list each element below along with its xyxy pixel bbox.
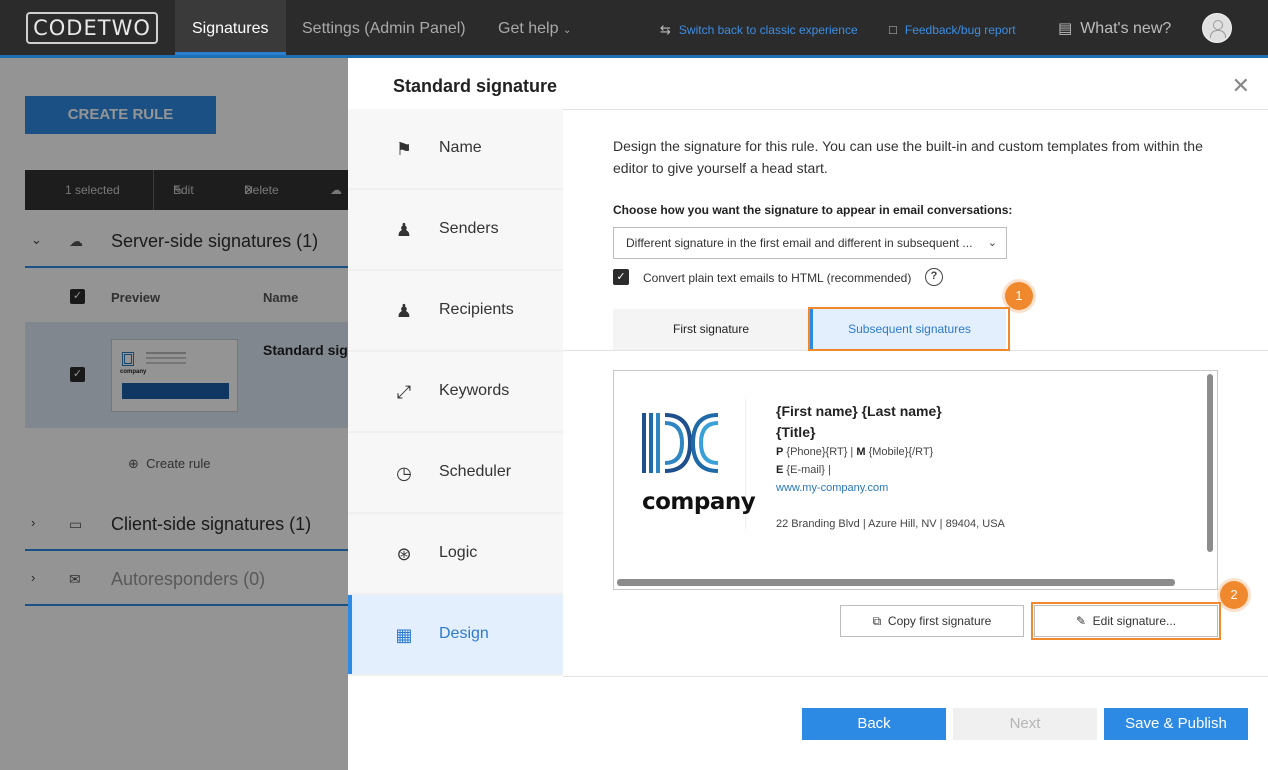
signature-details: {First name} {Last name} {Title} P {Phon… [776,401,1005,533]
highlight-edit-button [1031,602,1221,640]
copy-first-signature-button[interactable]: ⧉ Copy first signature [840,605,1024,637]
modal-title: Standard signature [393,76,558,96]
rule-editor-modal: Standard signature ✕ ⚑ Name ♟ Senders ♟ … [348,58,1268,770]
nav-get-help-label: Get help [498,20,559,37]
step-label: Design [439,625,489,642]
convert-html-label: Convert plain text emails to HTML (recom… [643,271,912,285]
swap-arrows-icon: ⇆ [660,22,671,37]
phone-value: {Phone}{RT} [786,446,848,458]
email-value: {E-mail} [786,464,825,476]
next-button[interactable]: Next [953,708,1097,740]
step-label: Logic [439,544,478,561]
feedback-icon: □ [889,22,897,37]
feedback-label: Feedback/bug report [904,23,1016,37]
nav-settings-admin-panel[interactable]: Settings (Admin Panel) [302,0,466,55]
company-logo: company [628,399,756,529]
signature-website[interactable]: www.my-company.com [776,479,1005,497]
footer-divider [563,676,1268,677]
step-keywords[interactable]: ⤢ Keywords [348,352,563,431]
back-button[interactable]: Back [802,708,946,740]
codetwo-logo[interactable]: CODETWO [26,12,158,44]
company-wordmark: company [642,489,756,515]
whats-new-label: What's new? [1080,20,1172,37]
phone-label: P [776,446,784,458]
step-label: Recipients [439,301,514,318]
signature-phone-line: P {Phone}{RT} | M {Mobile}{/RT} [776,446,934,458]
chevron-down-icon: ⌄ [987,237,997,249]
convert-html-checkbox[interactable]: ✓ [613,269,629,285]
copy-icon: ⧉ [872,614,882,628]
step-name[interactable]: ⚑ Name [348,109,563,188]
nav-get-help[interactable]: Get help ⌄ [498,0,571,55]
company-logo-icon [642,413,719,473]
step-senders[interactable]: ♟ Senders [348,190,563,269]
mobile-value: {Mobile}{/RT} [868,446,934,458]
step-recipients[interactable]: ♟ Recipients [348,271,563,350]
vertical-scrollbar[interactable] [1207,374,1213,552]
help-icon[interactable]: ? [925,268,943,286]
recipients-icon: ♟ [395,301,413,321]
tab-first-signature[interactable]: First signature [613,309,809,350]
email-label: E [776,464,784,476]
top-navigation-bar: CODETWO Signatures Settings (Admin Panel… [0,0,1268,58]
step-label: Name [439,139,482,156]
switch-classic-label: Switch back to classic experience [678,23,858,37]
close-icon[interactable]: ✕ [1232,74,1250,98]
design-step-content: Design the signature for this rule. You … [563,109,1268,676]
modal-backdrop[interactable] [0,58,348,770]
highlight-subsequent-tab [808,307,1010,351]
save-publish-button[interactable]: Save & Publish [1104,708,1248,740]
step-label: Senders [439,220,499,237]
signature-email-line: E {E-mail} | [776,464,831,476]
signature-address: 22 Branding Blvd | Azure Hill, NV | 8940… [776,518,1005,530]
document-icon: ▤ [1058,20,1073,37]
signature-preview: company {First name} {Last name} {Title}… [613,370,1218,590]
feedback-link[interactable]: □ Feedback/bug report [889,0,1016,58]
callout-badge-2: 2 [1220,581,1248,609]
keywords-icon: ⤢ [396,382,412,402]
conversation-mode-select[interactable]: Different signature in the first email a… [613,227,1007,259]
whats-new-link[interactable]: ▤ What's new? [1058,0,1171,58]
copy-first-label: Copy first signature [887,614,992,628]
conversation-mode-label: Choose how you want the signature to app… [613,203,1013,217]
chevron-down-icon: ⌄ [562,25,572,36]
conversation-mode-value: Different signature in the first email a… [626,236,973,250]
signature-title: {Title} [776,424,816,440]
horizontal-scrollbar[interactable] [617,579,1175,586]
callout-badge-1: 1 [1005,282,1033,310]
logic-nodes-icon: ⊛ [396,544,412,564]
signpost-icon: ⚑ [395,139,413,159]
step-scheduler[interactable]: ◷ Scheduler [348,433,563,512]
nav-signatures[interactable]: Signatures [175,0,286,55]
step-logic[interactable]: ⊛ Logic [348,514,563,593]
design-intro-text: Design the signature for this rule. You … [613,138,1203,176]
senders-icon: ♟ [395,220,413,240]
clock-icon: ◷ [396,463,412,483]
user-avatar[interactable] [1202,13,1232,43]
wizard-steps: ⚑ Name ♟ Senders ♟ Recipients ⤢ Keywords… [348,109,563,676]
mobile-label: M [856,446,866,458]
step-design[interactable]: ▦ Design [348,595,563,674]
step-label: Keywords [439,382,510,399]
signature-name: {First name} {Last name} [776,403,942,419]
design-layout-icon: ▦ [395,625,413,645]
step-label: Scheduler [439,463,512,480]
switch-classic-link[interactable]: ⇆ Switch back to classic experience [660,0,858,58]
